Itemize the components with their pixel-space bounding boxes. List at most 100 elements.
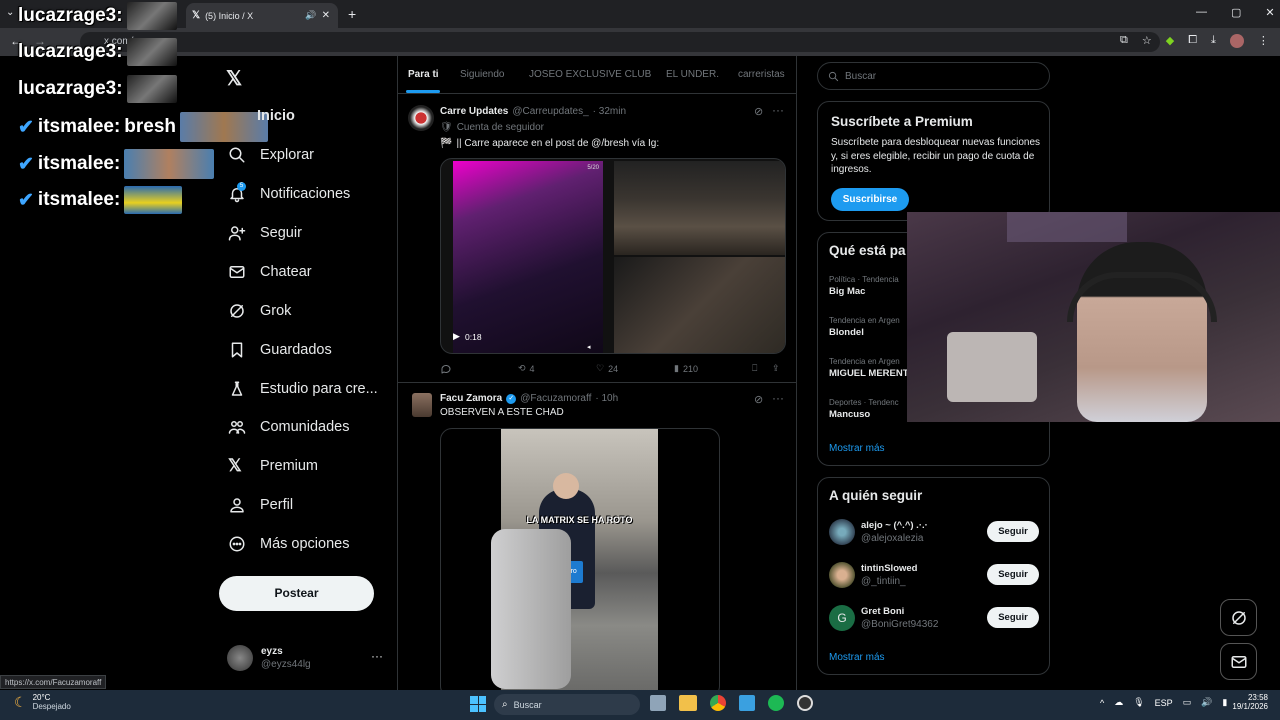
clock[interactable]: 23:58 19/1/2026	[1226, 693, 1268, 711]
tab-joseo-club[interactable]: JOSEO EXCLUSIVE CLUB	[529, 69, 651, 80]
tweet-author[interactable]: Carre Updates	[440, 106, 508, 117]
mute-icon[interactable]: ◂	[587, 343, 591, 351]
grok-float-button[interactable]	[1220, 599, 1257, 636]
nav-item-perfil[interactable]: Perfil	[228, 493, 293, 517]
search-input[interactable]: Buscar	[817, 62, 1050, 90]
nav-item-grok[interactable]: Grok	[228, 299, 291, 323]
profile-avatar[interactable]	[1229, 34, 1244, 48]
post-button[interactable]: Postear	[219, 576, 374, 611]
tweet[interactable]: Facu Zamora ✓ @Facuzamoraff · 10h ⊘ ··· …	[398, 384, 796, 690]
download-icon[interactable]: ⤓	[1211, 34, 1216, 48]
tab-close-icon[interactable]: ✕	[322, 10, 330, 21]
obs-icon[interactable]	[797, 695, 813, 711]
like-button[interactable]: ♡ 24	[596, 363, 618, 374]
tab-para-ti[interactable]: Para ti	[408, 69, 439, 80]
people-icon	[228, 421, 246, 434]
nav-item-comunidades[interactable]: Comunidades	[228, 415, 349, 439]
play-icon[interactable]: ▶	[453, 331, 460, 342]
nav-item-mas-opciones[interactable]: Más opciones	[228, 532, 349, 556]
maximize-icon[interactable]: ▢	[1231, 6, 1241, 19]
grok-icon[interactable]: ⊘	[754, 105, 763, 118]
browser-tab-active[interactable]: 𝕏 (5) Inicio / X 🔊 ✕	[186, 3, 338, 28]
nav-item-premium[interactable]: 𝕏 Premium	[228, 454, 318, 478]
tab-search-icon[interactable]: ⌄	[6, 7, 14, 18]
bookmark-button[interactable]: ⎕	[752, 363, 757, 374]
task-view-icon[interactable]	[650, 695, 666, 711]
show-more-follow[interactable]: Mostrar más	[829, 652, 885, 663]
trend-item[interactable]: Política · Tendencia Big Mac	[829, 275, 899, 297]
media-video[interactable]: 5/20	[453, 161, 603, 353]
follow-suggestion[interactable]: alejo ~ (^.^) .·.· @alejoxalezia Seguir	[829, 518, 1043, 546]
tab-siguiendo[interactable]: Siguiendo	[460, 69, 504, 80]
share-icon: ⇪	[772, 363, 780, 373]
weather-widget[interactable]: ☾ 20°C Despejado	[14, 693, 71, 711]
spotify-icon[interactable]	[768, 695, 784, 711]
new-tab-button[interactable]: +	[348, 6, 356, 22]
volume-icon[interactable]: 🔊	[1201, 697, 1212, 708]
chrome-icon[interactable]	[710, 695, 726, 711]
menu-icon[interactable]: ⋮	[1258, 34, 1269, 48]
views-button[interactable]: ▮ 210	[674, 363, 698, 374]
more-dots-icon[interactable]: ···	[371, 649, 383, 663]
follow-button[interactable]: Seguir	[987, 607, 1039, 628]
file-explorer-icon[interactable]	[679, 695, 697, 711]
reply-button[interactable]	[440, 363, 452, 375]
trend-item[interactable]: Deportes · Tendenc Mancuso	[829, 398, 899, 420]
chat-line: ✔ itsmalee:	[18, 149, 215, 179]
tweet[interactable]: Carre Updates @Carreupdates_ · 32min 🛡 C…	[398, 95, 796, 383]
windows-taskbar	[0, 690, 1280, 720]
speaker-icon[interactable]: 🔊	[305, 10, 316, 21]
cast-icon[interactable]: ⧉	[1120, 34, 1128, 48]
x-logo-icon[interactable]: 𝕏	[226, 66, 242, 91]
nav-label: Seguir	[260, 225, 302, 241]
tweet-media[interactable]: acro LA MATRIX SE HA ROTO	[440, 428, 720, 690]
trend-item[interactable]: Tendencia en Argen Blondel	[829, 316, 900, 338]
chat-line: ✔ itsmalee: bresh	[18, 112, 269, 142]
tweet-media-grid[interactable]: 5/20 ▶ 0:18 ◂	[440, 158, 786, 354]
address-bar[interactable]: x.com/	[80, 32, 1160, 52]
follow-title: A quién seguir	[829, 488, 923, 503]
app-f-icon[interactable]	[739, 695, 755, 711]
network-icon[interactable]: ▭	[1183, 697, 1192, 708]
tab-carreristas[interactable]: carreristas	[738, 69, 785, 80]
retweet-button[interactable]: ⟲ 4	[518, 363, 535, 374]
nav-item-guardados[interactable]: Guardados	[228, 338, 332, 362]
follow-suggestion[interactable]: tintinSlowed @_tintiin_ Seguir	[829, 561, 1043, 589]
subscribe-button[interactable]: Suscribirse	[831, 188, 909, 211]
account-switcher[interactable]: eyzs @eyzs44lg ···	[227, 645, 387, 673]
media-image[interactable]	[614, 257, 785, 353]
nav-item-seguir[interactable]: Seguir	[228, 221, 302, 245]
window-controls[interactable]: — ▢ ✕	[1196, 6, 1275, 19]
tweet-time: · 32min	[592, 106, 627, 117]
language-indicator[interactable]: ESP	[1155, 698, 1173, 708]
nav-item-inicio[interactable]: Inicio	[257, 104, 295, 128]
nav-item-explorar[interactable]: Explorar	[228, 143, 314, 167]
nav-item-notificaciones[interactable]: Notificaciones	[228, 182, 350, 206]
close-window-icon[interactable]: ✕	[1265, 6, 1274, 19]
follow-button[interactable]: Seguir	[987, 564, 1039, 585]
grok-icon[interactable]: ⊘	[754, 393, 763, 406]
start-button[interactable]	[470, 696, 486, 712]
minimize-icon[interactable]: —	[1196, 6, 1207, 19]
more-dots-icon[interactable]: ···	[772, 391, 784, 405]
taskbar-search[interactable]: ⌕ Buscar	[494, 694, 640, 715]
media-image[interactable]	[614, 161, 785, 255]
extension-green-icon[interactable]: ◆	[1166, 34, 1174, 48]
nav-item-estudio[interactable]: Estudio para cre...	[228, 377, 378, 401]
chevron-up-icon[interactable]: ^	[1100, 698, 1104, 708]
follow-button[interactable]: Seguir	[987, 521, 1039, 542]
more-dots-icon[interactable]: ···	[772, 103, 784, 117]
tweet-author[interactable]: Facu Zamora	[440, 393, 502, 404]
share-button[interactable]: ⇪	[772, 363, 780, 374]
media-video[interactable]: acro LA MATRIX SE HA ROTO	[491, 429, 658, 690]
show-more-trends[interactable]: Mostrar más	[829, 443, 885, 454]
extensions-icon[interactable]: ⧠	[1188, 34, 1197, 48]
follow-suggestion[interactable]: G Gret Boni @BoniGret94362 Seguir	[829, 604, 1043, 632]
tab-el-under[interactable]: EL UNDER.	[666, 69, 719, 80]
messages-float-button[interactable]	[1220, 643, 1257, 680]
cloud-icon[interactable]: ☁	[1114, 697, 1123, 708]
star-icon[interactable]: ☆	[1142, 34, 1152, 48]
trend-item[interactable]: Tendencia en Argen MIGUEL MERENT	[829, 357, 909, 379]
mic-icon[interactable]: 🎙	[1133, 697, 1144, 708]
nav-item-chatear[interactable]: Chatear	[228, 260, 312, 284]
